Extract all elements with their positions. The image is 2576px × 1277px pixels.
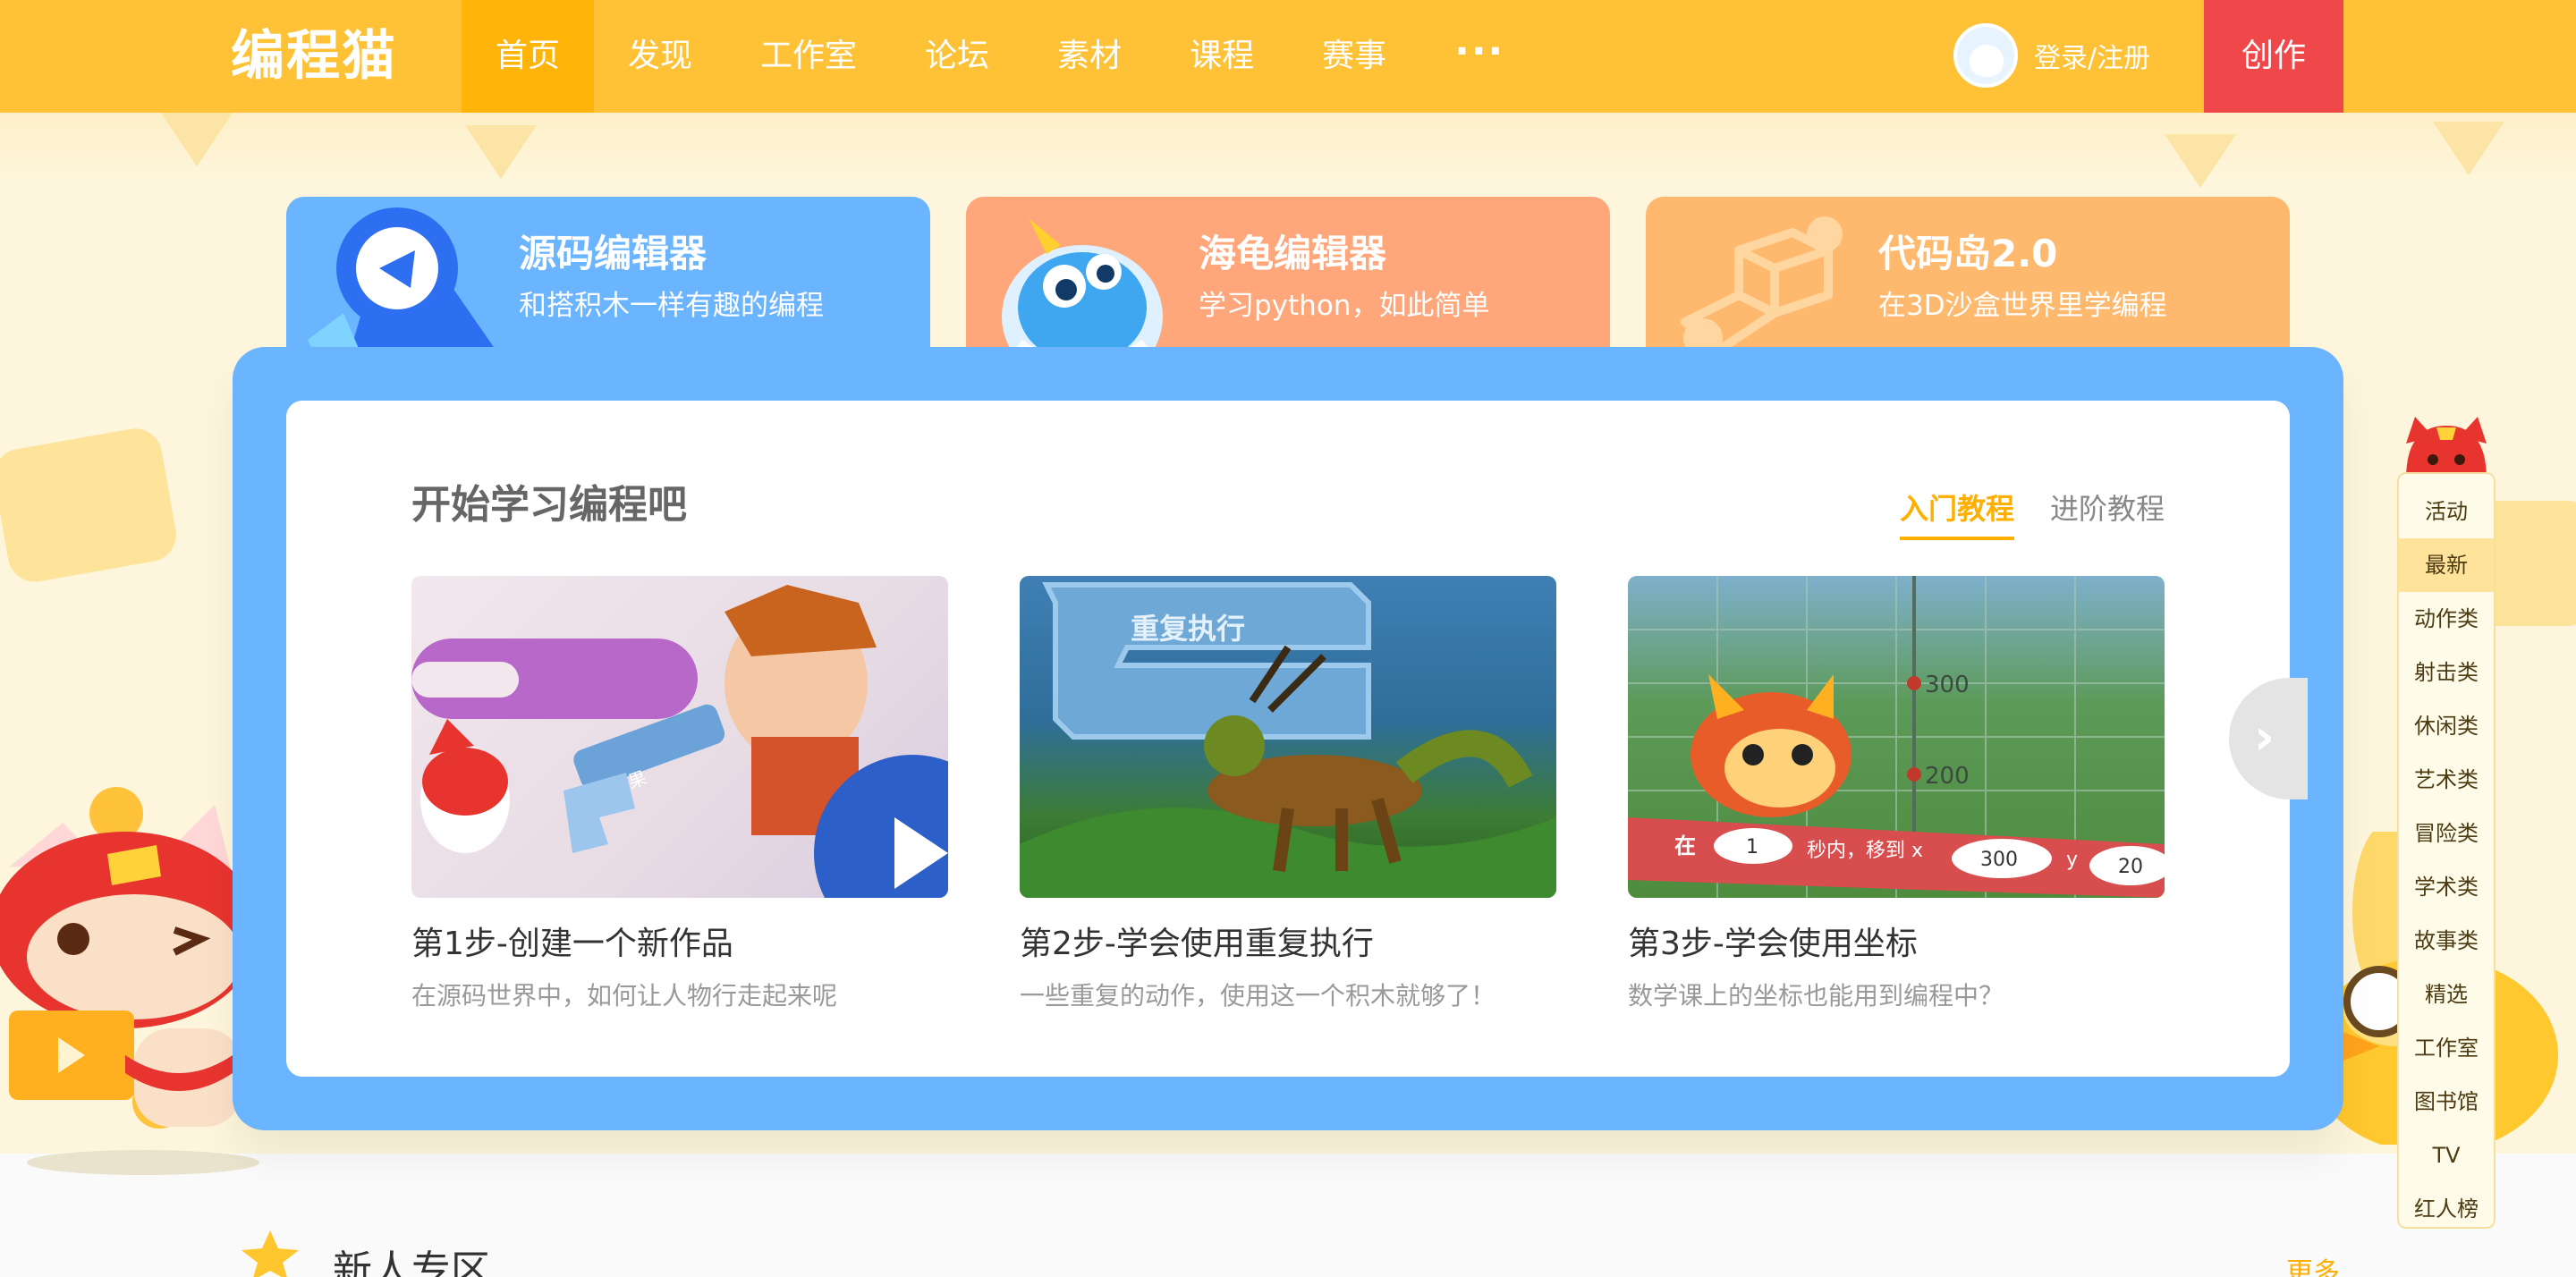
category-item-featured[interactable]: 精选 bbox=[2399, 968, 2494, 1021]
tab-beginner-tutorial[interactable]: 入门教程 bbox=[1899, 486, 2014, 540]
category-item-tv[interactable]: TV bbox=[2399, 1129, 2494, 1182]
learning-panel: 开始学习编程吧 入门教程 进阶教程 如果 第1步-创建一个新作品 在源码世界中，… bbox=[233, 347, 2343, 1130]
category-item-studio[interactable]: 工作室 bbox=[2399, 1021, 2494, 1075]
category-item-action[interactable]: 动作类 bbox=[2399, 592, 2494, 646]
editor-card-title: 源码编辑器 bbox=[519, 232, 708, 275]
nav-item-discover[interactable]: 发现 bbox=[594, 0, 726, 113]
3d-blocks-icon bbox=[1681, 216, 1843, 358]
lesson-title: 第3步-学会使用坐标 bbox=[1628, 926, 1918, 962]
pennant-flag bbox=[2165, 134, 2236, 188]
editor-card-subtitle: 和搭积木一样有趣的编程 bbox=[519, 290, 824, 322]
site-logo[interactable]: 编程猫 bbox=[231, 25, 397, 88]
category-item-popular-users[interactable]: 红人榜 bbox=[2399, 1182, 2494, 1236]
editor-card-title: 代码岛2.0 bbox=[1878, 232, 2058, 275]
background-cheese-blob bbox=[0, 424, 181, 587]
thumb-block-label: 重复执行 bbox=[1131, 612, 1245, 646]
category-item-activity[interactable]: 活动 bbox=[2399, 485, 2494, 538]
lesson-card[interactable]: 300 200 在 1 秒内，移到 x 300 y 20 第3步-学会使用坐标 … bbox=[1628, 576, 2165, 1012]
top-navigation-bar: 编程猫 首页 发现 工作室 论坛 素材 课程 赛事 ··· 登录/注册 创作 bbox=[0, 0, 2576, 113]
learning-panel-content: 开始学习编程吧 入门教程 进阶教程 如果 第1步-创建一个新作品 在源码世界中，… bbox=[286, 401, 2290, 1077]
thumb-block-value: 300 bbox=[1980, 849, 2018, 871]
nav-more-menu[interactable]: ··· bbox=[1420, 0, 1538, 113]
lesson-card[interactable]: 如果 第1步-创建一个新作品 在源码世界中，如何让人物行走起来呢 bbox=[411, 576, 948, 1012]
lesson-thumbnail[interactable]: 如果 bbox=[411, 576, 948, 898]
category-item-academic[interactable]: 学术类 bbox=[2399, 860, 2494, 914]
star-icon bbox=[242, 1230, 299, 1277]
category-item-adventure[interactable]: 冒险类 bbox=[2399, 807, 2494, 860]
nav-item-assets[interactable]: 素材 bbox=[1023, 0, 1156, 113]
chevron-right-icon: › bbox=[2254, 708, 2275, 766]
category-sidebar: 活动 最新 动作类 射击类 休闲类 艺术类 冒险类 学术类 故事类 精选 工作室… bbox=[2397, 472, 2496, 1229]
nav-item-home[interactable]: 首页 bbox=[462, 0, 595, 113]
thumb-block-value: 20 bbox=[2118, 856, 2143, 878]
lesson-title: 第1步-创建一个新作品 bbox=[411, 926, 733, 962]
main-nav: 首页 发现 工作室 论坛 素材 课程 赛事 ··· bbox=[462, 0, 1538, 113]
lesson-thumbnail[interactable]: 重复执行 bbox=[1020, 576, 1556, 898]
nav-item-courses[interactable]: 课程 bbox=[1156, 0, 1288, 113]
nav-item-forum[interactable]: 论坛 bbox=[891, 0, 1023, 113]
thumb-block-value: 1 bbox=[1746, 836, 1758, 858]
create-button[interactable]: 创作 bbox=[2204, 0, 2343, 113]
category-item-casual[interactable]: 休闲类 bbox=[2399, 699, 2494, 753]
lesson-thumbnail[interactable]: 300 200 在 1 秒内，移到 x 300 y 20 bbox=[1628, 576, 2165, 898]
learning-panel-title: 开始学习编程吧 bbox=[411, 482, 687, 528]
thumb-block-text: 在 bbox=[1674, 833, 1696, 858]
lesson-illustration: 300 200 在 1 秒内，移到 x 300 y 20 bbox=[1628, 576, 2165, 898]
editor-card-subtitle: 学习python，如此简单 bbox=[1199, 290, 1490, 322]
thumb-axis-label: 200 bbox=[1925, 763, 1970, 790]
lesson-illustration: 如果 bbox=[411, 585, 948, 898]
more-link[interactable]: 更多 bbox=[2286, 1250, 2340, 1277]
category-item-library[interactable]: 图书馆 bbox=[2399, 1075, 2494, 1129]
lesson-title: 第2步-学会使用重复执行 bbox=[1020, 926, 1374, 962]
category-item-shooting[interactable]: 射击类 bbox=[2399, 646, 2494, 699]
nav-item-competitions[interactable]: 赛事 bbox=[1288, 0, 1420, 113]
cat-head-icon bbox=[2406, 417, 2487, 479]
editor-card-title: 海龟编辑器 bbox=[1199, 232, 1387, 275]
nav-item-studio[interactable]: 工作室 bbox=[726, 0, 891, 113]
thumb-axis-label: 300 bbox=[1925, 672, 1970, 698]
thumb-block-text: y bbox=[2066, 849, 2078, 871]
avatar bbox=[1953, 23, 2018, 88]
tutorial-tabs: 入门教程 进阶教程 bbox=[1864, 486, 2165, 540]
category-item-latest[interactable]: 最新 bbox=[2399, 538, 2494, 592]
thumb-block-text: 秒内，移到 x bbox=[1807, 840, 1923, 862]
section-title-newbie: 新人专区 bbox=[333, 1247, 490, 1277]
lesson-description: 在源码世界中，如何让人物行走起来呢 bbox=[411, 981, 838, 1011]
login-register-link[interactable]: 登录/注册 bbox=[1953, 21, 2150, 89]
lesson-description: 一些重复的动作，使用这一个积木就够了！ bbox=[1020, 981, 1496, 1011]
pennant-flag bbox=[161, 113, 233, 166]
pennant-flag bbox=[465, 125, 537, 179]
lesson-card[interactable]: 重复执行 第2步-学会使用重复执行 一些重复的动作，使用这一个积木就够了！ bbox=[1020, 576, 1556, 1012]
editor-card-subtitle: 在3D沙盒世界里学编程 bbox=[1878, 290, 2167, 322]
tab-advanced-tutorial[interactable]: 进阶教程 bbox=[2050, 486, 2165, 540]
lesson-illustration: 重复执行 bbox=[1020, 582, 1556, 898]
lesson-description: 数学课上的坐标也能用到编程中？ bbox=[1628, 981, 2004, 1011]
login-label: 登录/注册 bbox=[2034, 43, 2151, 74]
category-item-art[interactable]: 艺术类 bbox=[2399, 753, 2494, 807]
category-item-story[interactable]: 故事类 bbox=[2399, 914, 2494, 968]
pennant-flag bbox=[2433, 122, 2504, 175]
